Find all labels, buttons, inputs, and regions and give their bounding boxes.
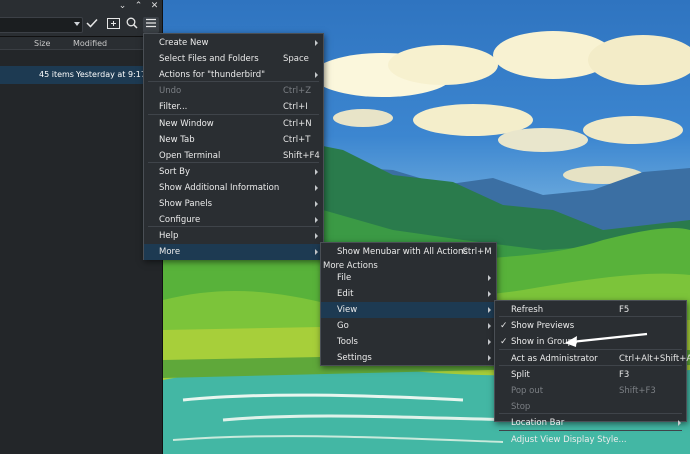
menu-separator — [499, 364, 682, 366]
menu-item-settings[interactable]: Settings — [321, 350, 496, 366]
submenu-arrow-icon — [678, 420, 681, 427]
file-manager-window: ⌄ ⌃ ✕ Size Modified 45 items Yesterday a… — [0, 0, 163, 454]
menu-item-go[interactable]: Go — [321, 318, 496, 334]
view-menu: Refresh F5 ✓ Show Previews ✓ Show in Groups Ac… — [494, 300, 690, 445]
main-toolbar — [0, 13, 162, 37]
submenu-arrow-icon — [315, 40, 318, 46]
table-row[interactable]: 45 items Yesterday at 9:17 PM — [0, 66, 163, 84]
menu-item-shortcut: Shift+F3 — [619, 386, 656, 396]
menu-item-new-window[interactable]: New Window Ctrl+N — [144, 116, 323, 132]
menu-item-adjust-view-display-style[interactable]: Adjust View Display Style... — [495, 432, 686, 448]
menu-item-shortcut: F3 — [619, 369, 630, 380]
submenu-arrow-icon — [488, 339, 491, 345]
menu-item-show-menubar[interactable]: Show Menubar with All Actions Ctrl+M — [321, 244, 496, 260]
submenu-arrow-icon — [488, 307, 491, 313]
menu-item-shortcut: Space — [283, 54, 309, 65]
menu-item-label: Sort By — [159, 166, 190, 177]
search-icon[interactable] — [124, 17, 140, 33]
main-menu: Create New Select Files and Folders Space A… — [143, 33, 324, 261]
submenu-arrow-icon — [488, 355, 491, 361]
menu-item-file[interactable]: File — [321, 270, 496, 286]
minimize-button[interactable]: ⌄ — [117, 1, 128, 12]
menu-item-label: Show Panels — [159, 199, 212, 209]
window-titlebar: ⌄ ⌃ ✕ — [0, 0, 162, 13]
menu-item-label: Pop out — [511, 386, 544, 396]
menu-item-split[interactable]: Split F3 — [495, 367, 686, 383]
menu-item-shortcut: Ctrl+M — [462, 247, 492, 257]
menu-item-label: Show Additional Information — [159, 182, 280, 193]
hamburger-menu-icon[interactable] — [143, 17, 159, 33]
submenu-arrow-icon — [315, 233, 318, 240]
row-size: 45 items — [39, 70, 74, 79]
submenu-arrow-icon — [488, 323, 491, 329]
menu-item-label: Split — [511, 369, 530, 380]
submenu-arrow-icon — [315, 201, 318, 207]
menu-item-label: Help — [159, 231, 179, 242]
menu-item-shortcut: Ctrl+N — [283, 118, 312, 129]
menu-item-undo[interactable]: Undo Ctrl+Z — [144, 83, 323, 99]
menu-item-label: More — [159, 247, 181, 258]
annotation-arrow-icon — [565, 332, 648, 347]
more-actions-menu: Show Menubar with All Actions Ctrl+M More … — [320, 242, 497, 366]
menu-item-label: Settings — [337, 353, 372, 363]
menu-separator — [499, 429, 682, 431]
menu-separator — [148, 81, 319, 83]
column-header: Size Modified — [0, 37, 163, 50]
menu-item-label: Go — [337, 321, 349, 331]
menu-item-shortcut: Ctrl+T — [283, 134, 311, 145]
menu-item-sort-by[interactable]: Sort By — [144, 164, 323, 180]
menu-separator — [148, 113, 319, 115]
menu-item-label: New Window — [159, 118, 214, 129]
menu-item-label: View — [337, 305, 358, 315]
menu-item-help[interactable]: Help — [144, 228, 323, 244]
menu-item-label: File — [337, 273, 352, 283]
menu-item-label: New Tab — [159, 134, 195, 145]
menu-item-pop-out[interactable]: Pop out Shift+F3 — [495, 383, 686, 399]
menu-item-show-additional-information[interactable]: Show Additional Information — [144, 180, 323, 196]
submenu-arrow-icon — [315, 217, 318, 224]
menu-item-tools[interactable]: Tools — [321, 334, 496, 350]
submenu-arrow-icon — [315, 168, 318, 175]
menu-separator — [148, 161, 319, 163]
submenu-arrow-icon — [488, 275, 491, 281]
menu-item-show-panels[interactable]: Show Panels — [144, 196, 323, 212]
checkmark-icon: ✓ — [500, 321, 508, 332]
menu-item-create-new[interactable]: Create New — [144, 35, 323, 51]
modified-column-header[interactable]: Modified — [73, 39, 107, 48]
menu-item-view[interactable]: View — [321, 302, 496, 318]
menu-separator — [499, 316, 682, 318]
menu-item-label: Select Files and Folders — [159, 54, 259, 65]
size-column-header[interactable]: Size — [34, 39, 50, 48]
submenu-arrow-icon — [315, 72, 318, 79]
new-tab-icon[interactable] — [105, 17, 121, 33]
menu-item-label: Edit — [337, 289, 354, 299]
menu-item-select-files-and-folders[interactable]: Select Files and Folders Space — [144, 51, 323, 67]
menu-item-label: Undo — [159, 86, 182, 97]
maximize-button[interactable]: ⌃ — [133, 1, 144, 12]
menu-separator — [499, 413, 682, 415]
submenu-arrow-icon — [315, 249, 318, 256]
menu-item-label: Create New — [159, 38, 209, 48]
dropdown-arrow-icon[interactable] — [74, 22, 80, 26]
confirm-check-icon[interactable] — [84, 17, 100, 33]
menu-item-new-tab[interactable]: New Tab Ctrl+T — [144, 132, 323, 148]
menu-item-label: Show Menubar with All Actions — [337, 247, 468, 257]
menu-item-more[interactable]: More — [144, 244, 323, 261]
menu-item-edit[interactable]: Edit — [321, 286, 496, 302]
menu-item-label: Adjust View Display Style... — [511, 434, 627, 445]
submenu-arrow-icon — [315, 184, 318, 191]
close-button[interactable]: ✕ — [149, 1, 160, 12]
submenu-arrow-icon — [488, 291, 491, 297]
menu-item-label: Tools — [337, 337, 358, 347]
menu-separator — [148, 226, 319, 228]
menu-item-shortcut: Ctrl+Z — [283, 86, 312, 97]
location-input[interactable] — [0, 17, 83, 33]
